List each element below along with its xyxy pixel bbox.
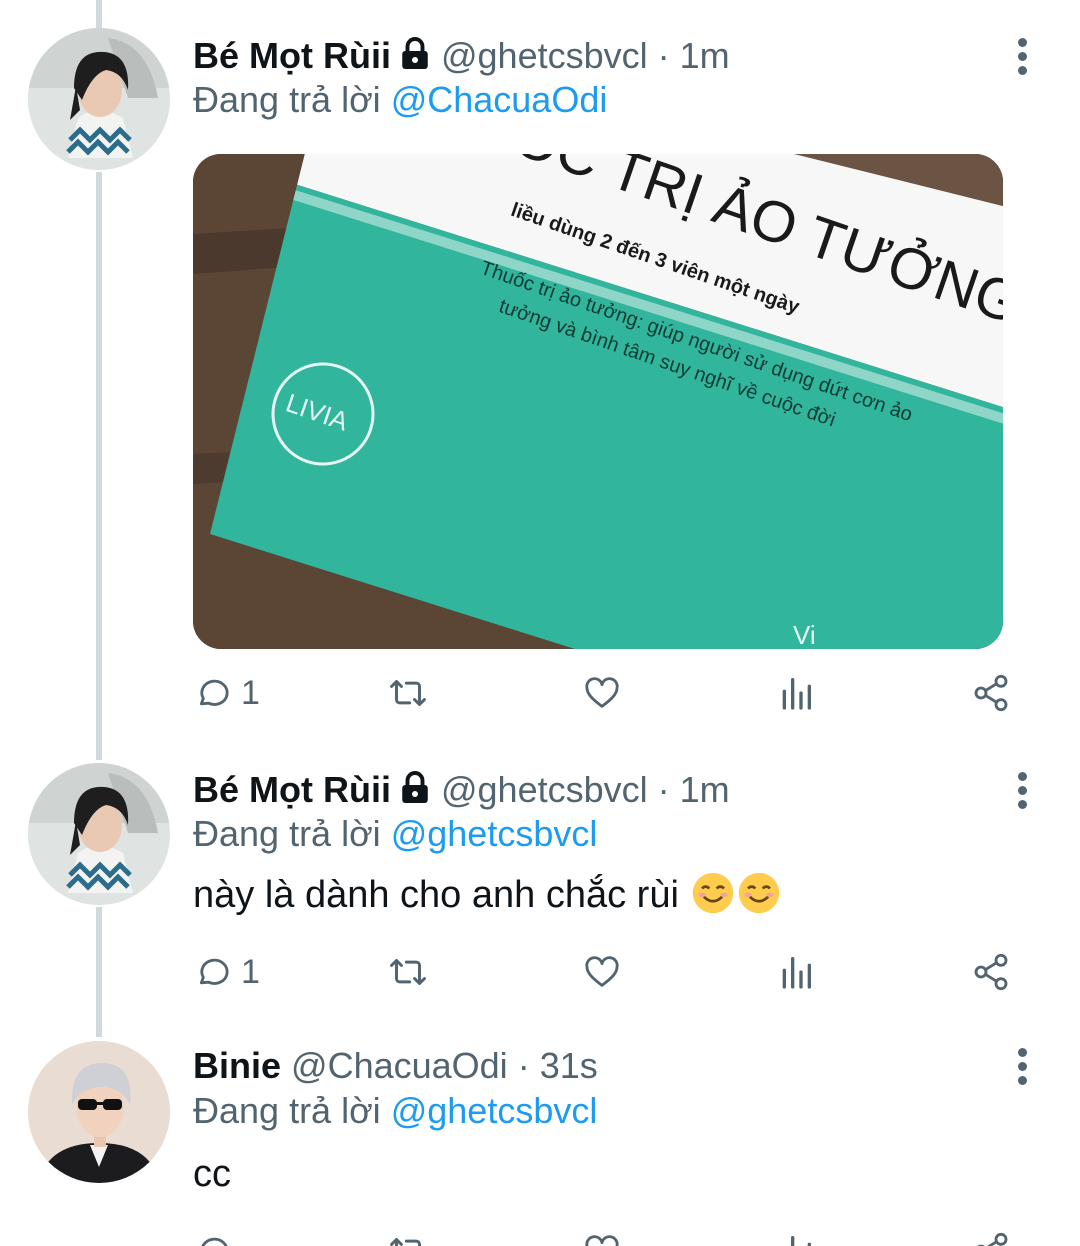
analytics-button[interactable] (778, 668, 814, 718)
analytics-button[interactable] (778, 947, 814, 997)
reply-prefix: Đang trả lời (193, 79, 381, 120)
avatar-image (28, 1041, 170, 1183)
avatar-image (28, 28, 170, 170)
replying-to: Đang trả lời @ghetcsbvcl (193, 812, 597, 856)
tweet[interactable]: Bé Mọt Rùii @ghetcsbvcl · 1m Đang trả lời… (0, 0, 1080, 740)
share-button[interactable] (971, 668, 1011, 718)
tweet-body: này là dành cho anh chắc rùi (193, 874, 679, 916)
share-button[interactable] (971, 947, 1011, 997)
more-icon[interactable] (1008, 1044, 1036, 1088)
reply-count: 1 (241, 952, 260, 991)
handle[interactable]: @ghetcsbvcl (441, 35, 648, 76)
reply-button[interactable]: 1 (193, 947, 260, 997)
avatar[interactable] (28, 28, 170, 170)
retweet-button[interactable] (385, 668, 431, 718)
medicine-box-image: THUỐC TRỊ ẢO TƯỞNG liều dùng 2 đến 3 viê… (193, 154, 1003, 649)
more-icon[interactable] (1008, 34, 1036, 78)
reply-button[interactable]: 1 (193, 668, 260, 718)
avatar[interactable] (28, 763, 170, 905)
display-name[interactable]: Bé Mọt Rùii (193, 35, 391, 76)
smiling-face-emoji (691, 871, 735, 926)
avatar-image (28, 763, 170, 905)
display-name[interactable]: Binie (193, 1045, 281, 1086)
reply-mention[interactable]: @ghetcsbvcl (391, 813, 598, 854)
share-icon (974, 953, 1008, 991)
tweet-body: cc (193, 1153, 231, 1195)
retweet-icon (390, 959, 426, 985)
avatar[interactable] (28, 1041, 170, 1183)
analytics-icon (791, 1236, 811, 1246)
media-corner-text: Vi (793, 620, 816, 649)
analytics-icon (782, 957, 811, 989)
reply-icon (199, 958, 229, 985)
timestamp[interactable]: · 1m (658, 35, 730, 76)
reply-mention[interactable]: @ghetcsbvcl (391, 1090, 598, 1131)
handle[interactable]: @ChacuaOdi (291, 1045, 508, 1086)
replying-to: Đang trả lời @ghetcsbvcl (193, 1089, 597, 1133)
tweet-media[interactable]: THUỐC TRỊ ẢO TƯỞNG liều dùng 2 đến 3 viê… (193, 154, 1003, 649)
reply-icon (201, 1237, 228, 1246)
tweet-text: cc (193, 1151, 231, 1197)
like-button[interactable] (581, 947, 623, 997)
smiling-face-emoji (737, 871, 781, 926)
tweet[interactable]: Bé Mọt Rùii @ghetcsbvcl · 1m Đang trả lời… (0, 740, 1080, 1020)
retweet-icon (390, 1238, 421, 1246)
lock-icon (397, 36, 433, 82)
timestamp[interactable]: · 31s (518, 1045, 598, 1086)
reply-prefix: Đang trả lời (193, 1090, 381, 1131)
analytics-button[interactable] (778, 1226, 814, 1246)
more-icon[interactable] (1008, 768, 1036, 812)
like-icon (585, 1235, 619, 1246)
reply-prefix: Đang trả lời (193, 813, 381, 854)
share-icon (974, 674, 1008, 712)
display-name[interactable]: Bé Mọt Rùii (193, 769, 391, 810)
tweet-actions: 1 (193, 947, 1023, 997)
like-icon (585, 677, 619, 708)
reply-count: 1 (241, 673, 260, 712)
timestamp[interactable]: · 1m (658, 769, 730, 810)
tweet-header: Bé Mọt Rùii @ghetcsbvcl · 1m (193, 34, 730, 82)
retweet-button[interactable] (385, 1226, 431, 1246)
like-button[interactable] (581, 668, 623, 718)
replying-to: Đang trả lời @ChacuaOdi (193, 78, 607, 122)
retweet-button[interactable] (385, 947, 431, 997)
like-button[interactable] (581, 1226, 623, 1246)
share-icon (976, 1232, 1008, 1246)
tweet-header: Binie @ChacuaOdi · 31s (193, 1044, 598, 1088)
tweet[interactable]: Binie @ChacuaOdi · 31s Đang trả lời @ghe… (0, 1020, 1080, 1246)
tweet-actions (193, 1226, 1023, 1246)
tweet-actions: 1 (193, 668, 1023, 718)
reply-mention[interactable]: @ChacuaOdi (391, 79, 608, 120)
share-button[interactable] (971, 1226, 1011, 1246)
reply-button[interactable] (193, 1226, 233, 1246)
tweet-header: Bé Mọt Rùii @ghetcsbvcl · 1m (193, 768, 730, 816)
handle[interactable]: @ghetcsbvcl (441, 769, 648, 810)
reply-icon (199, 679, 229, 706)
analytics-icon (782, 678, 811, 710)
tweet-text: này là dành cho anh chắc rùi (193, 871, 781, 926)
like-icon (585, 956, 619, 987)
retweet-icon (390, 680, 426, 706)
lock-icon (397, 770, 433, 816)
